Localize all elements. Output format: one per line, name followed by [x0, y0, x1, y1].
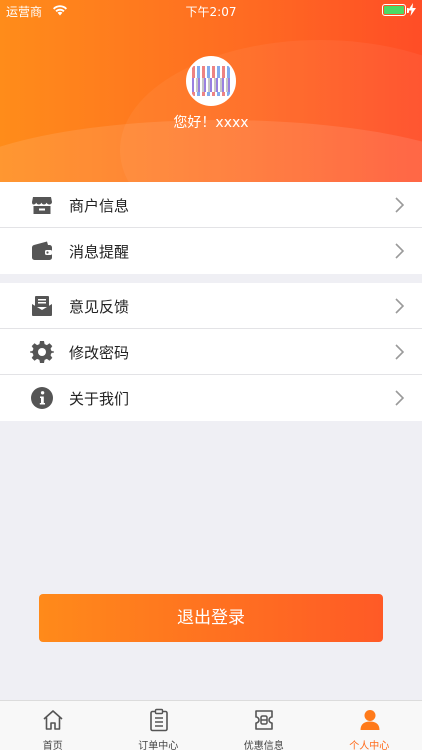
store-icon: [32, 197, 52, 214]
menu-item-about-us[interactable]: 关于我们: [0, 375, 422, 421]
status-bar: 运营商 下午2:07: [0, 0, 422, 22]
menu-item-label: 关于我们: [69, 390, 130, 408]
menu-item-merchant-info[interactable]: 商户信息: [0, 182, 422, 228]
tab-label: 优惠信息: [243, 741, 284, 750]
battery-icon: [382, 4, 409, 16]
tab-personal-center[interactable]: 个人中心: [317, 701, 422, 750]
home-icon: [43, 710, 63, 730]
greeting-text: 您好！xxxx: [173, 115, 249, 131]
tab-order-center[interactable]: 订单中心: [106, 701, 212, 750]
gear-icon: [30, 341, 54, 363]
profile-header: 运营商 下午2:07 您好！xxxx: [0, 0, 422, 182]
logout-button[interactable]: 退出登录: [39, 594, 383, 642]
menu-group-settings: 意见反馈 修改密码 关于我们: [0, 283, 422, 421]
tab-label: 个人中心: [349, 741, 390, 750]
menu-item-label: 意见反馈: [69, 298, 130, 316]
avatar[interactable]: [186, 56, 236, 106]
menu-item-feedback[interactable]: 意见反馈: [0, 283, 422, 329]
menu-item-label: 商户信息: [69, 197, 130, 215]
wallet-icon: [32, 241, 52, 260]
coupon-icon: [255, 710, 273, 730]
chevron-right-icon: [395, 298, 404, 314]
menu-item-label: 消息提醒: [69, 243, 130, 261]
bottom-tab-bar: 首页 订单中心 优惠信息 个人中心: [0, 700, 422, 750]
feedback-mail-icon: [32, 296, 52, 316]
menu-item-label: 修改密码: [69, 344, 130, 362]
tab-discount-info[interactable]: 优惠信息: [211, 701, 317, 750]
menu-item-change-password[interactable]: 修改密码: [0, 329, 422, 375]
chevron-right-icon: [395, 390, 404, 406]
chevron-right-icon: [395, 344, 404, 360]
info-icon: [31, 387, 53, 409]
status-time: 下午2:07: [185, 5, 237, 19]
chevron-right-icon: [395, 197, 404, 213]
person-icon: [360, 710, 379, 730]
menu-group-account: 商户信息 消息提醒: [0, 182, 422, 274]
tab-home[interactable]: 首页: [0, 701, 106, 750]
tab-label: 订单中心: [138, 741, 179, 750]
clipboard-icon: [149, 708, 168, 732]
chevron-right-icon: [395, 243, 404, 259]
charging-bolt-icon: [408, 3, 416, 16]
menu-item-message-reminder[interactable]: 消息提醒: [0, 228, 422, 274]
tab-label: 首页: [42, 741, 63, 750]
